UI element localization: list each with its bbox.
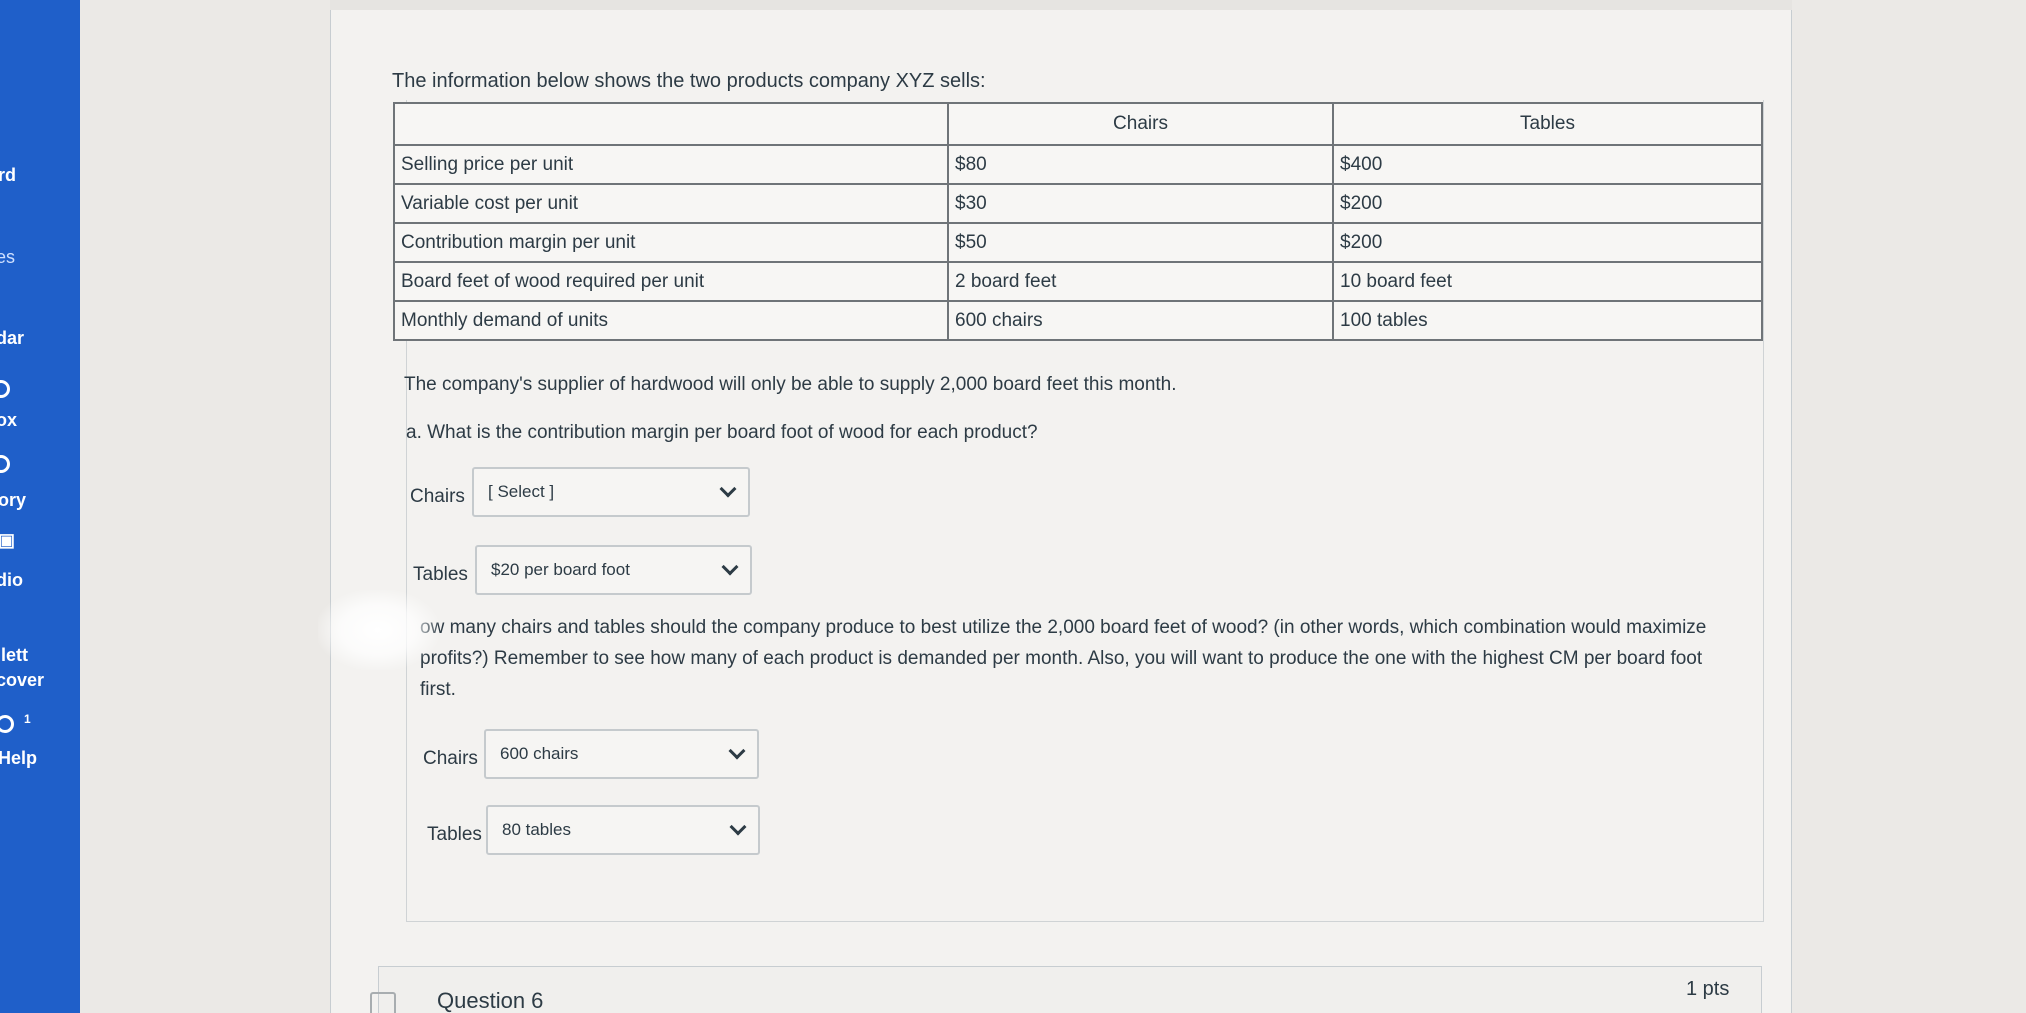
nav-item-account[interactable]: •	[0, 80, 80, 101]
tables-cell: 100 tables	[1332, 300, 1763, 341]
nav-item-courses[interactable]: es	[0, 247, 80, 268]
tables-cell: $200	[1332, 183, 1763, 224]
nav-item-inbox[interactable]: ox	[0, 410, 80, 431]
tables-cell: 10 board feet	[1332, 261, 1763, 302]
part-b-chairs-label: Chairs	[423, 748, 478, 769]
nav-item-calendar[interactable]: dar	[0, 328, 80, 349]
table-row: Monthly demand of units 600 chairs 100 t…	[393, 300, 1763, 341]
nav-item-studio[interactable]: dio	[0, 570, 80, 591]
product-info-table: Chairs Tables Selling price per unit $80…	[393, 102, 1763, 341]
global-navigation: • rd es dar ox ory ▣ dio llett cover 1 H…	[0, 0, 80, 1013]
chevron-down-icon	[719, 480, 737, 498]
row-label: Selling price per unit	[393, 144, 949, 185]
part-b-tables-label: Tables	[427, 824, 482, 845]
part-a-tables-label: Tables	[413, 564, 468, 585]
table-row: Variable cost per unit $30 $200	[393, 183, 1763, 224]
dropdown-value: 600 chairs	[500, 744, 579, 763]
nav-label-calendar: dar	[0, 328, 25, 348]
nav-label-help: Help	[0, 748, 38, 768]
nav-label-follett: llett	[0, 645, 29, 665]
tables-cell: $400	[1332, 144, 1763, 185]
chairs-cell: 2 board feet	[947, 261, 1334, 302]
table-header-row: Chairs Tables	[393, 102, 1763, 146]
nav-item-discover[interactable]: cover	[0, 670, 80, 691]
next-question-header	[378, 966, 1762, 1013]
table-row: Board feet of wood required per unit 2 b…	[393, 261, 1763, 302]
part-a-chairs-label: Chairs	[410, 486, 465, 507]
history-icon	[0, 455, 10, 473]
nav-item-dashboard[interactable]: rd	[0, 165, 80, 186]
part-b-tables-dropdown[interactable]: 80 tables	[486, 805, 760, 855]
question-intro: The information below shows the two prod…	[392, 70, 986, 92]
next-question-points: 1 pts	[1686, 978, 1730, 1000]
table-header-empty	[393, 102, 949, 146]
chairs-cell: $30	[947, 183, 1334, 224]
table-row: Contribution margin per unit $50 $200	[393, 222, 1763, 263]
nav-item-history[interactable]: ory	[0, 490, 80, 511]
chairs-cell: 600 chairs	[947, 300, 1334, 341]
inbox-icon	[0, 380, 10, 398]
chairs-cell: $80	[947, 144, 1334, 185]
studio-icon: ▣	[0, 530, 16, 550]
table-header-tables: Tables	[1332, 102, 1763, 146]
part-b-prompt: ow many chairs and tables should the com…	[420, 617, 1707, 700]
nav-label-inbox: ox	[0, 410, 18, 430]
part-a-tables-dropdown[interactable]: $20 per board foot	[475, 545, 752, 595]
help-icon	[0, 715, 14, 733]
chevron-down-icon	[721, 558, 739, 576]
table-header-chairs: Chairs	[947, 102, 1334, 146]
help-badge: 1	[24, 712, 31, 726]
tables-cell: $200	[1332, 222, 1763, 263]
dropdown-value: [ Select ]	[488, 482, 555, 501]
chairs-cell: $50	[947, 222, 1334, 263]
nav-item-help[interactable]: Help	[0, 748, 80, 769]
row-label: Contribution margin per unit	[393, 222, 949, 263]
nav-label-discover: cover	[0, 670, 45, 690]
row-label: Variable cost per unit	[393, 183, 949, 224]
flag-question-icon[interactable]	[370, 992, 396, 1013]
part-b-chairs-dropdown[interactable]: 600 chairs	[484, 729, 759, 779]
dropdown-value: 80 tables	[502, 820, 571, 839]
nav-label-dashboard: rd	[0, 165, 16, 185]
row-label: Monthly demand of units	[393, 300, 949, 341]
nav-label-courses: es	[0, 247, 16, 267]
row-label: Board feet of wood required per unit	[393, 261, 949, 302]
nav-label-studio: dio	[0, 570, 23, 590]
table-row: Selling price per unit $80 $400	[393, 144, 1763, 185]
chevron-down-icon	[729, 818, 747, 836]
nav-item-follett[interactable]: llett	[0, 645, 80, 666]
part-a-prompt: a. What is the contribution margin per b…	[406, 422, 1038, 443]
supply-note: The company's supplier of hardwood will …	[404, 374, 1177, 395]
nav-label-history: ory	[0, 490, 27, 510]
screen-glare	[318, 590, 438, 670]
next-question-title: Question 6	[437, 988, 544, 1013]
chevron-down-icon	[728, 742, 746, 760]
part-a-chairs-dropdown[interactable]: [ Select ]	[472, 467, 750, 517]
dropdown-value: $20 per board foot	[491, 560, 630, 579]
